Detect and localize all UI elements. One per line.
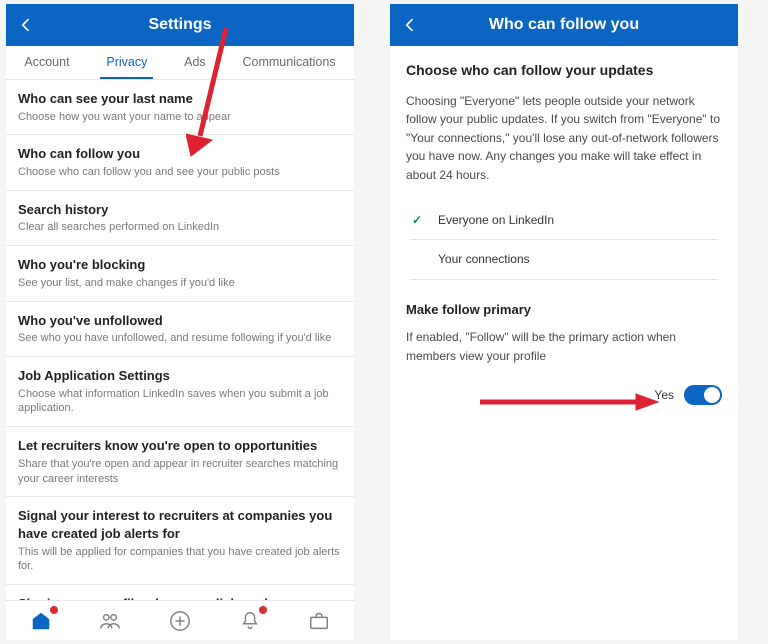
tab-label: Communications bbox=[242, 55, 335, 69]
setting-row-lastname[interactable]: Who can see your last name Choose how you… bbox=[6, 80, 354, 135]
follow-settings-screen: Who can follow you Choose who can follow… bbox=[390, 4, 738, 640]
option-label: Everyone on LinkedIn bbox=[438, 213, 554, 227]
settings-list: Who can see your last name Choose how you… bbox=[6, 80, 354, 600]
option-connections[interactable]: Your connections bbox=[410, 240, 718, 280]
back-icon[interactable] bbox=[402, 17, 418, 33]
settings-screen: Settings Account Privacy Ads Communicati… bbox=[6, 4, 354, 640]
back-icon[interactable] bbox=[18, 17, 34, 33]
setting-row-blocking[interactable]: Who you're blocking See your list, and ma… bbox=[6, 246, 354, 301]
section-desc: Choosing "Everyone" lets people outside … bbox=[406, 92, 722, 185]
header-bar: Settings bbox=[6, 4, 354, 46]
row-title: Let recruiters know you're open to oppor… bbox=[18, 437, 342, 455]
row-title: Job Application Settings bbox=[18, 367, 342, 385]
row-title: Signal your interest to recruiters at co… bbox=[18, 507, 342, 542]
setting-row-follow[interactable]: Who can follow you Choose who can follow … bbox=[6, 135, 354, 190]
tab-label: Account bbox=[24, 55, 69, 69]
tab-account[interactable]: Account bbox=[18, 46, 75, 79]
option-everyone[interactable]: ✓ Everyone on LinkedIn bbox=[410, 201, 718, 241]
badge-icon bbox=[50, 606, 58, 614]
option-list: ✓ Everyone on LinkedIn Your connections bbox=[410, 201, 718, 280]
row-sub: Choose how you want your name to appear bbox=[18, 110, 342, 125]
setting-row-job-app[interactable]: Job Application Settings Choose what info… bbox=[6, 357, 354, 427]
row-sub: Choose who can follow you and see your p… bbox=[18, 165, 342, 180]
nav-home-icon[interactable] bbox=[30, 610, 52, 632]
row-title: Who you're blocking bbox=[18, 256, 342, 274]
header-title: Settings bbox=[148, 16, 211, 34]
follow-primary-toggle[interactable] bbox=[684, 385, 722, 405]
tab-label: Privacy bbox=[106, 55, 147, 69]
header-bar: Who can follow you bbox=[390, 4, 738, 46]
setting-row-unfollowed[interactable]: Who you've unfollowedSee who you have un… bbox=[6, 302, 354, 357]
row-title: Who can follow you bbox=[18, 145, 342, 163]
row-sub: Share that you're open and appear in rec… bbox=[18, 457, 342, 487]
row-title: Who can see your last name bbox=[18, 90, 342, 108]
option-label: Your connections bbox=[438, 252, 530, 266]
tab-communications[interactable]: Communications bbox=[236, 46, 341, 79]
setting-row-recruiters-open[interactable]: Let recruiters know you're open to oppor… bbox=[6, 427, 354, 497]
check-icon: ✓ bbox=[412, 211, 422, 230]
toggle-label: Yes bbox=[654, 386, 674, 405]
tab-ads[interactable]: Ads bbox=[178, 46, 212, 79]
header-title: Who can follow you bbox=[489, 16, 639, 34]
row-sub: See who you have unfollowed, and resume … bbox=[18, 331, 342, 346]
row-title: Who you've unfollowed bbox=[18, 312, 342, 330]
row-sub: Choose what information LinkedIn saves w… bbox=[18, 387, 342, 417]
nav-post-icon[interactable] bbox=[169, 610, 191, 632]
follow-content: Choose who can follow your updates Choos… bbox=[390, 46, 738, 419]
sub-desc: If enabled, "Follow" will be the primary… bbox=[406, 328, 722, 365]
bottom-nav bbox=[6, 600, 354, 640]
settings-tabs: Account Privacy Ads Communications bbox=[6, 46, 354, 80]
setting-row-sharing-apply[interactable]: Sharing your profile when you click appl… bbox=[6, 585, 354, 600]
badge-icon bbox=[259, 606, 267, 614]
row-sub: Clear all searches performed on LinkedIn bbox=[18, 220, 342, 235]
nav-notifications-icon[interactable] bbox=[239, 610, 261, 632]
sub-title: Make follow primary bbox=[406, 300, 722, 320]
nav-network-icon[interactable] bbox=[99, 610, 121, 632]
nav-jobs-icon[interactable] bbox=[308, 610, 330, 632]
section-title: Choose who can follow your updates bbox=[406, 60, 722, 82]
tab-privacy[interactable]: Privacy bbox=[100, 46, 153, 79]
row-title: Search history bbox=[18, 201, 342, 219]
row-sub: This will be applied for companies that … bbox=[18, 545, 342, 575]
tab-label: Ads bbox=[184, 55, 206, 69]
setting-row-signal-interest[interactable]: Signal your interest to recruiters at co… bbox=[6, 497, 354, 585]
setting-row-search-history[interactable]: Search historyClear all searches perform… bbox=[6, 191, 354, 246]
row-sub: See your list, and make changes if you'd… bbox=[18, 276, 342, 291]
toggle-row: Yes bbox=[406, 385, 722, 405]
